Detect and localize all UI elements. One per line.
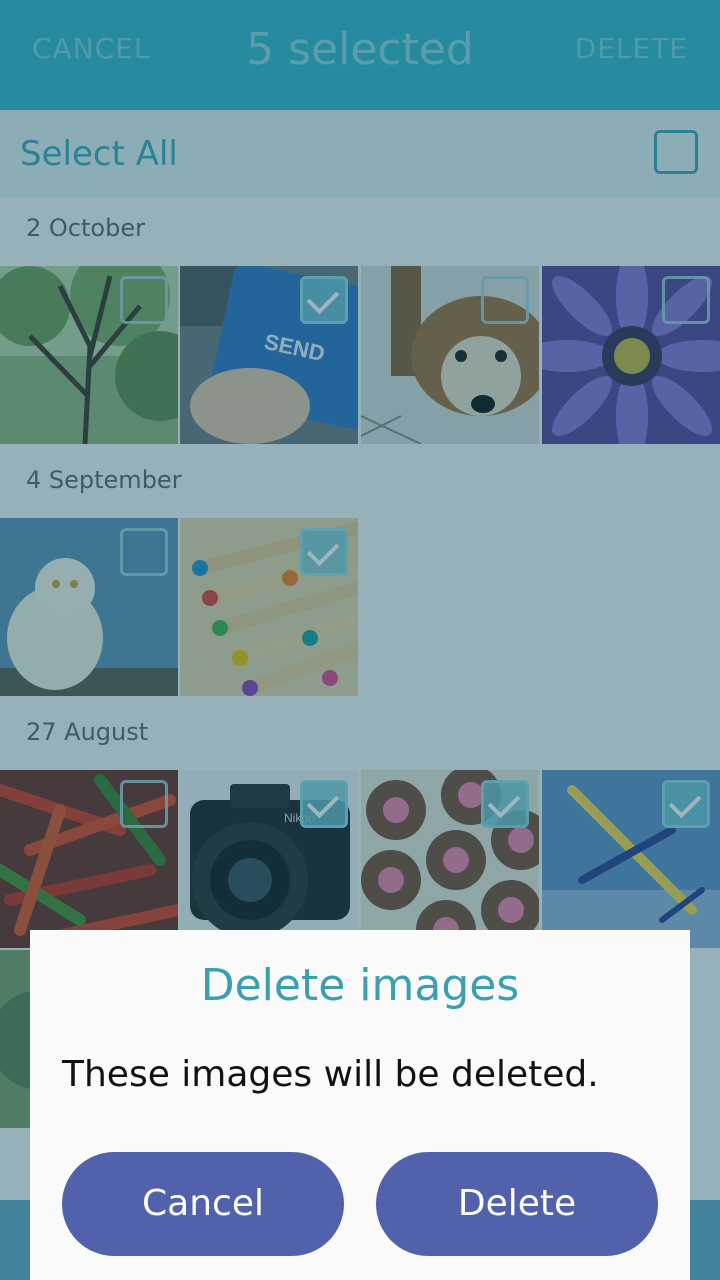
dialog-message: These images will be deleted. — [62, 1054, 599, 1095]
dialog-title: Delete images — [200, 960, 520, 1011]
gallery-page: CANCEL 5 selected DELETE Select All 2 Oc… — [0, 0, 720, 1280]
dialog-delete-button[interactable]: Delete — [376, 1152, 658, 1256]
dialog-cancel-button[interactable]: Cancel — [62, 1152, 344, 1256]
delete-images-dialog: Delete images These images will be delet… — [30, 930, 690, 1280]
